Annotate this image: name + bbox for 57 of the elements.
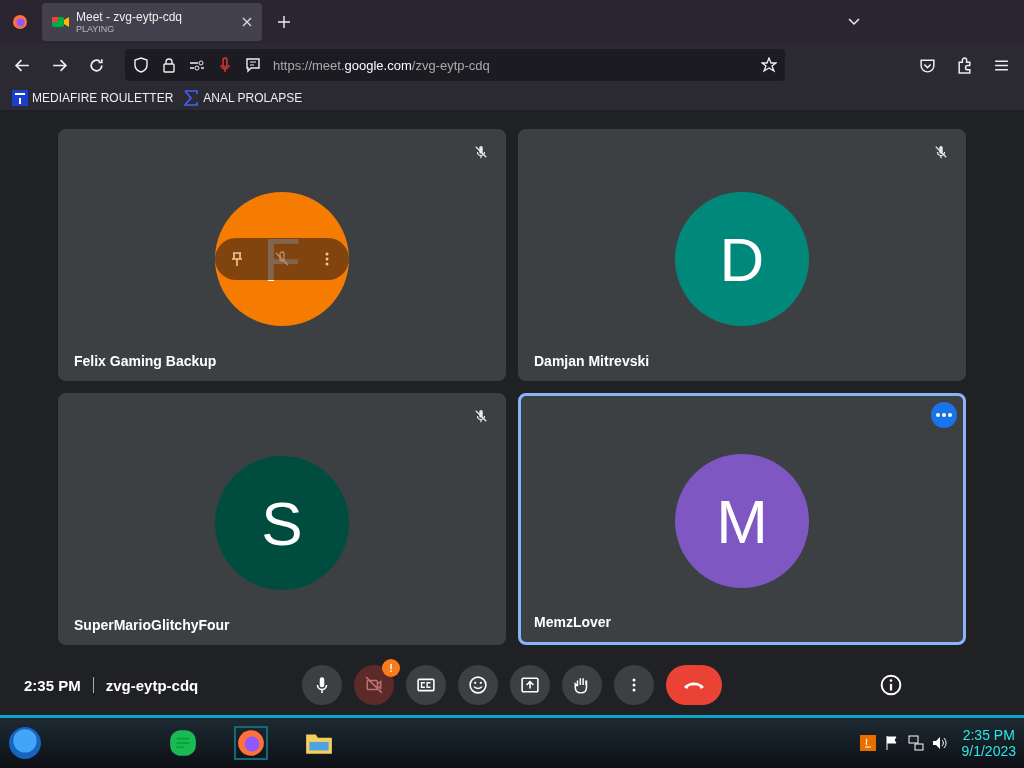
more-button[interactable] bbox=[614, 665, 654, 705]
meet-icon bbox=[52, 15, 70, 29]
close-icon[interactable] bbox=[242, 17, 252, 27]
tab-status: PLAYING bbox=[76, 24, 116, 34]
avatar: S bbox=[215, 456, 349, 590]
captions-button[interactable] bbox=[406, 665, 446, 705]
bookmark-icon[interactable] bbox=[12, 90, 28, 106]
info-icon[interactable] bbox=[880, 674, 902, 696]
leave-button[interactable] bbox=[666, 665, 722, 705]
browser-app-icon[interactable] bbox=[236, 728, 266, 758]
clock-date: 9/1/2023 bbox=[961, 743, 1016, 759]
participant-name: MemzLover bbox=[533, 614, 613, 632]
network-icon[interactable] bbox=[907, 735, 924, 751]
chevron-down-icon[interactable] bbox=[848, 18, 860, 26]
bookmark-link[interactable]: MEDIAFIRE ROULETTER bbox=[32, 91, 174, 105]
avatar: M bbox=[675, 454, 809, 588]
sigma-icon[interactable] bbox=[183, 90, 200, 106]
participant-name: Felix Gaming Backup bbox=[73, 353, 218, 371]
present-button[interactable] bbox=[510, 665, 550, 705]
clock-time: 2:35 PM bbox=[962, 727, 1015, 743]
muted-microphone-icon[interactable] bbox=[274, 251, 290, 267]
bookmark-link[interactable]: ANAL PROLAPSE bbox=[203, 91, 303, 105]
more-vertical-icon bbox=[632, 677, 636, 693]
permissions-icon[interactable] bbox=[189, 57, 205, 73]
pocket-icon[interactable] bbox=[919, 56, 936, 74]
lock-icon[interactable] bbox=[161, 57, 177, 73]
chat-app-icon[interactable] bbox=[168, 728, 198, 758]
mic-button[interactable] bbox=[302, 665, 342, 705]
camera-off-button[interactable] bbox=[354, 665, 394, 705]
speaker-icon[interactable] bbox=[931, 735, 948, 751]
meeting-code: zvg-eytp-cdq bbox=[105, 676, 199, 694]
present-screen-icon bbox=[521, 676, 539, 694]
browser-tab[interactable]: Meet - zvg-eytp-cdq PLAYING bbox=[42, 3, 262, 41]
alert-badge: ! bbox=[382, 659, 400, 677]
extensions-icon[interactable] bbox=[956, 56, 973, 74]
star-icon[interactable] bbox=[761, 57, 777, 73]
emoji-button[interactable] bbox=[458, 665, 498, 705]
emoji-icon bbox=[469, 676, 487, 694]
participant-name: SuperMarioGlitchyFour bbox=[73, 617, 231, 635]
meeting-time: 2:35 PM bbox=[24, 676, 81, 694]
browser-logo-icon[interactable] bbox=[12, 14, 28, 30]
flag-icon[interactable] bbox=[883, 735, 900, 751]
avatar: D bbox=[675, 192, 809, 326]
more-options-icon[interactable] bbox=[931, 402, 957, 428]
shield-icon[interactable] bbox=[133, 57, 149, 73]
microphone-icon[interactable] bbox=[217, 57, 233, 73]
hand-button[interactable] bbox=[562, 665, 602, 705]
url-text: https://meet.google.com/zvg-eytp-cdq bbox=[273, 57, 490, 73]
tab-title: Meet - zvg-eytp-cdq bbox=[76, 10, 184, 24]
camera-off-icon bbox=[365, 676, 383, 694]
address-bar[interactable]: https://meet.google.com/zvg-eytp-cdq bbox=[125, 49, 785, 81]
new-tab-icon[interactable] bbox=[278, 16, 290, 28]
message-icon[interactable] bbox=[245, 57, 261, 73]
reload-icon[interactable] bbox=[88, 56, 105, 74]
captions-icon bbox=[417, 676, 435, 694]
participant-name: Damjan Mitrevski bbox=[533, 353, 651, 371]
start-orb-icon[interactable] bbox=[8, 726, 42, 760]
